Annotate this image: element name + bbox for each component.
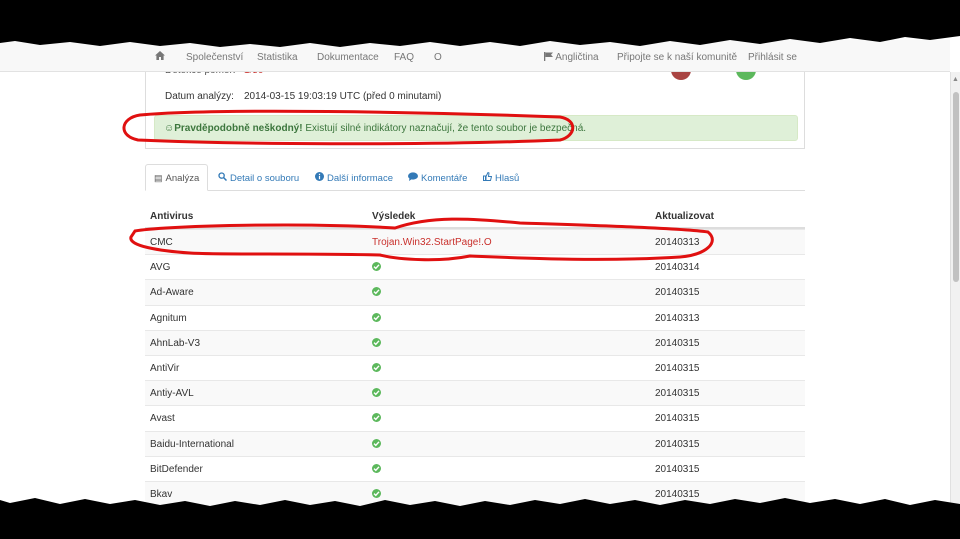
nav-community[interactable]: Společenství xyxy=(186,52,243,63)
tab-additional-info-label: Další informace xyxy=(327,173,393,184)
table-row: AhnLab-V3 20140315 xyxy=(145,329,805,355)
tab-votes-label: Hlasů xyxy=(495,173,520,184)
tab-analysis[interactable]: ▤ Analýza xyxy=(145,164,208,191)
alert-title: Pravděpodobně neškodný! xyxy=(174,123,303,134)
clean-check-icon xyxy=(372,438,381,448)
antivirus-name: Antiy-AVL xyxy=(150,388,194,400)
nav-login[interactable]: Přihlásit se xyxy=(748,52,797,63)
clean-check-icon xyxy=(372,287,381,297)
torn-edge-bottom xyxy=(0,498,960,539)
antivirus-name: AVG xyxy=(150,262,171,274)
table-row: AntiVir 20140315 xyxy=(145,354,805,380)
search-icon xyxy=(218,172,228,183)
table-row: Baidu-International 20140315 xyxy=(145,430,805,456)
antivirus-name: Ad-Aware xyxy=(150,287,194,299)
tab-additional-info[interactable]: Další informace xyxy=(315,164,393,191)
update-date: 20140315 xyxy=(655,337,700,349)
antivirus-name: Agnitum xyxy=(150,312,187,324)
update-date: 20140315 xyxy=(655,362,700,374)
page-scrollbar[interactable]: ▲ xyxy=(950,72,960,512)
table-row: Agnitum 20140313 xyxy=(145,304,805,330)
table-header: Antivirus Výsledek Aktualizovat xyxy=(145,204,805,229)
thumbs-icon xyxy=(483,171,493,183)
nav-statistics[interactable]: Statistika xyxy=(257,52,298,63)
update-date: 20140313 xyxy=(655,312,700,324)
analysis-date-value: 2014-03-15 19:03:19 UTC (před 0 minutami… xyxy=(244,91,442,102)
table-icon: ▤ xyxy=(154,173,163,183)
update-date: 20140314 xyxy=(655,262,700,274)
antivirus-name: BitDefender xyxy=(150,463,203,475)
update-date: 20140315 xyxy=(655,413,700,425)
analysis-date-label: Datum analýzy: xyxy=(165,91,234,102)
nav-join[interactable]: Připojte se k naší komunitě xyxy=(617,52,737,63)
antivirus-name: Avast xyxy=(150,413,175,425)
table-row: AVG 20140314 xyxy=(145,254,805,279)
safety-alert: ☺Pravděpodobně neškodný! Existují silné … xyxy=(154,115,798,141)
alert-text: Existují silné indikátory naznačují, že … xyxy=(302,123,587,134)
clean-check-icon xyxy=(372,312,381,322)
nav-about[interactable]: O xyxy=(434,52,442,63)
torn-edge-top xyxy=(0,0,960,47)
update-date: 20140315 xyxy=(655,438,700,450)
clean-check-icon xyxy=(372,413,381,423)
header-updated: Aktualizovat xyxy=(655,211,714,222)
tab-file-detail[interactable]: Detail o souboru xyxy=(218,164,299,191)
nav-language-label: Angličtina xyxy=(555,52,599,63)
antivirus-name: CMC xyxy=(150,237,173,248)
analysis-tabs: ▤ Analýza Detail o souboru Další informac… xyxy=(145,164,805,191)
info-icon xyxy=(315,172,324,183)
smile-icon: ☺ xyxy=(164,123,175,134)
header-antivirus: Antivirus xyxy=(150,211,194,222)
update-date: 20140315 xyxy=(655,388,700,400)
table-body: CMC Trojan.Win32.StartPage!.O 20140313 AVG 2… xyxy=(145,229,805,507)
nav-faq[interactable]: FAQ xyxy=(394,52,414,63)
update-date: 20140313 xyxy=(655,237,700,248)
table-row: BitDefender 20140315 xyxy=(145,455,805,481)
antivirus-name: AhnLab-V3 xyxy=(150,337,201,349)
home-icon[interactable] xyxy=(155,51,165,63)
antivirus-name: Baidu-International xyxy=(150,438,234,450)
flag-icon xyxy=(544,52,553,61)
scroll-thumb[interactable] xyxy=(953,92,959,282)
tab-comments[interactable]: Komentáře xyxy=(408,164,467,191)
tab-comments-label: Komentáře xyxy=(421,173,468,184)
tab-analysis-label: Analýza xyxy=(165,173,200,184)
detection-result: Trojan.Win32.StartPage!.O xyxy=(372,237,492,248)
scroll-up-icon[interactable]: ▲ xyxy=(952,76,959,83)
update-date: 20140315 xyxy=(655,463,700,475)
header-result: Výsledek xyxy=(372,211,416,222)
antivirus-name: AntiVir xyxy=(150,362,180,374)
table-row: Avast 20140315 xyxy=(145,405,805,430)
tab-votes[interactable]: Hlasů xyxy=(483,164,519,191)
clean-check-icon xyxy=(372,362,381,372)
update-date: 20140315 xyxy=(655,287,700,299)
results-table: Antivirus Výsledek Aktualizovat CMC Troja… xyxy=(145,204,805,507)
table-row: Ad-Aware 20140315 xyxy=(145,279,805,305)
clean-check-icon xyxy=(372,463,381,473)
clean-check-icon xyxy=(372,337,381,347)
table-row: Antiy-AVL 20140315 xyxy=(145,380,805,406)
nav-documentation[interactable]: Dokumentace xyxy=(317,52,379,63)
tab-file-detail-label: Detail o souboru xyxy=(230,173,300,184)
clean-check-icon xyxy=(372,388,381,398)
table-row: CMC Trojan.Win32.StartPage!.O 20140313 xyxy=(145,229,805,255)
comment-icon xyxy=(408,172,418,183)
clean-check-icon xyxy=(372,262,381,272)
nav-language[interactable]: Angličtina xyxy=(544,52,599,63)
summary-panel: Detekce poměr: 1/50 Datum analýzy: 2014-… xyxy=(145,60,805,149)
